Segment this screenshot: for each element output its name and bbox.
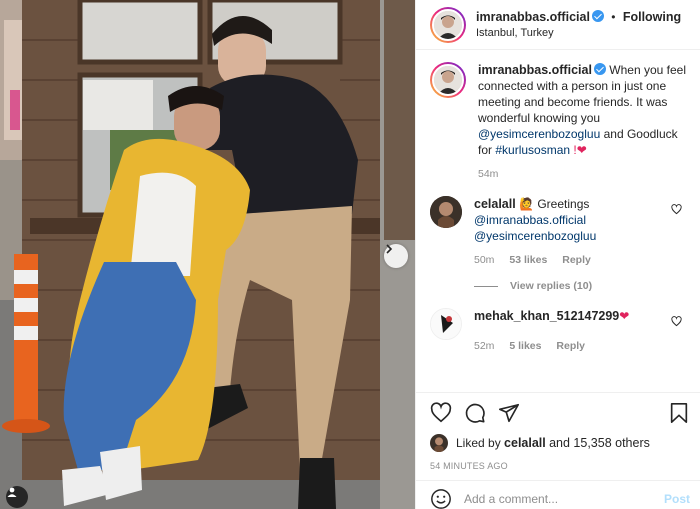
comment-age[interactable]: 52m — [474, 340, 494, 352]
caption: imranabbas.official When you feel connec… — [430, 62, 686, 182]
comment-input[interactable] — [464, 491, 664, 506]
caption-username[interactable]: imranabbas.official — [478, 63, 592, 77]
reply-button[interactable]: Reply — [562, 254, 591, 266]
tag-user-icon — [7, 487, 17, 497]
comment-body: mehak_khan_512147299❤ 52m 5 likes Reply — [474, 308, 686, 354]
comment-body: celalall 🙋 Greetings @imranabbas.officia… — [474, 196, 686, 268]
comment-mention[interactable]: @imranabbas.official — [474, 213, 586, 227]
tag-user-button[interactable] — [6, 486, 28, 508]
comment-meta: 50m 53 likes Reply — [474, 252, 686, 268]
comment-item: celalall 🙋 Greetings @imranabbas.officia… — [430, 196, 686, 268]
caption-body: imranabbas.official When you feel connec… — [478, 62, 686, 182]
author-avatar[interactable] — [430, 6, 466, 43]
heart-icon[interactable] — [430, 402, 452, 424]
comment-age[interactable]: 50m — [474, 254, 494, 266]
chevron-right-icon — [386, 244, 393, 254]
comment-avatar[interactable] — [430, 196, 462, 228]
caption-avatar[interactable] — [430, 62, 466, 98]
verified-badge-icon — [593, 63, 606, 75]
comment-avatar-image — [431, 309, 461, 339]
comment-username[interactable]: celalall — [474, 197, 516, 211]
bookmark-icon[interactable] — [668, 402, 690, 424]
comment-icon[interactable] — [464, 402, 486, 424]
view-replies-label: View replies (10) — [510, 280, 593, 292]
comment-avatar-image — [430, 196, 462, 228]
caption-age[interactable]: 54m — [478, 168, 498, 180]
comment-meta: 52m 5 likes Reply — [474, 338, 686, 354]
heart-icon[interactable] — [671, 204, 682, 215]
caption-mention[interactable]: @yesimcerenbozogluu — [478, 127, 600, 141]
next-photo-button[interactable] — [384, 244, 408, 268]
post-comment-button[interactable]: Post — [664, 492, 690, 506]
comment-composer: Post — [416, 480, 700, 509]
comment-likes[interactable]: 5 likes — [509, 340, 541, 352]
following-button[interactable]: Following — [623, 10, 681, 24]
caption-meta: 54m — [478, 166, 686, 182]
photo-illustration — [0, 0, 415, 509]
location-link[interactable]: Istanbul, Turkey — [476, 25, 681, 41]
comment-likes[interactable]: 53 likes — [509, 254, 547, 266]
liked-by: Liked by celalall and 15,358 others — [430, 433, 690, 453]
liked-by-avatar-image — [430, 434, 448, 452]
post-actions: Liked by celalall and 15,358 others 54 M… — [416, 392, 700, 471]
comment-item: mehak_khan_512147299❤ 52m 5 likes Reply — [430, 308, 686, 354]
post-side-panel: imranabbas.official • Following Istanbul… — [415, 0, 700, 509]
caption-avatar-image — [434, 66, 462, 94]
post-timestamp[interactable]: 54 MINUTES AGO — [430, 461, 690, 471]
comment-emoji: 🙋 — [519, 197, 534, 211]
comment-emoji: ❤ — [619, 309, 630, 323]
verified-badge-icon — [591, 9, 604, 22]
comment-text: Greetings — [537, 197, 590, 211]
comments-list: imranabbas.official When you feel connec… — [416, 62, 700, 368]
view-replies-button[interactable]: View replies (10) — [474, 280, 686, 292]
author-avatar-image — [434, 10, 462, 39]
comment-mention[interactable]: @yesimcerenbozogluu — [474, 229, 596, 243]
post-photo[interactable] — [0, 0, 415, 509]
liked-by-user[interactable]: celalall — [504, 436, 546, 450]
liked-by-avatar[interactable] — [430, 434, 448, 452]
replies-divider — [474, 285, 498, 287]
comment-username[interactable]: mehak_khan_512147299 — [474, 309, 619, 323]
comment-avatar[interactable] — [430, 308, 462, 340]
instagram-post: imranabbas.official • Following Istanbul… — [0, 0, 700, 509]
post-header: imranabbas.official • Following Istanbul… — [416, 0, 700, 50]
reply-button[interactable]: Reply — [556, 340, 585, 352]
caption-emoji: !❤ — [573, 143, 587, 157]
author-username[interactable]: imranabbas.official — [476, 10, 590, 24]
smiley-icon[interactable] — [430, 488, 452, 509]
heart-icon[interactable] — [671, 316, 682, 327]
liked-by-prefix: Liked by — [456, 436, 501, 450]
share-icon[interactable] — [498, 402, 520, 424]
header-separator: • — [611, 9, 616, 24]
likes-count[interactable]: and 15,358 others — [549, 436, 650, 450]
action-icons — [430, 397, 690, 429]
header-text: imranabbas.official • Following Istanbul… — [476, 9, 681, 41]
caption-hashtag[interactable]: #kurlusosman — [495, 143, 570, 157]
